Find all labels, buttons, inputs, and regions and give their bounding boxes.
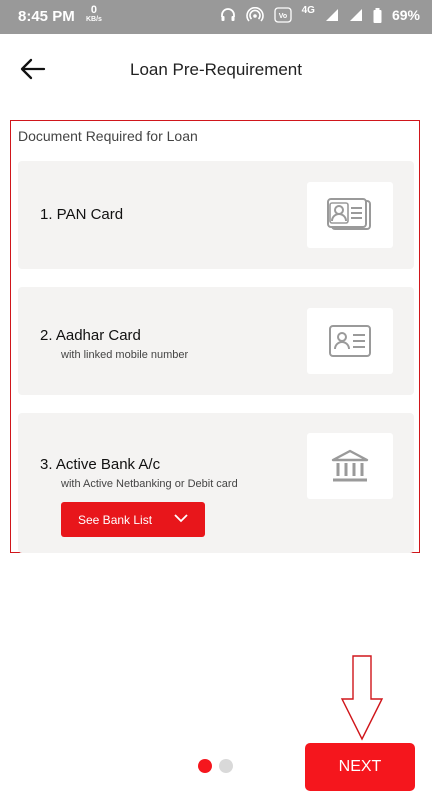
- signal-2-icon: [349, 9, 362, 21]
- document-title: 1. PAN Card: [40, 206, 124, 223]
- chevron-down-icon: [174, 514, 188, 523]
- documents-panel: Document Required for Loan 1. PAN Card 2…: [10, 120, 420, 553]
- app-bar: Loan Pre-Requirement: [0, 34, 432, 104]
- status-time: 8:45 PM: [18, 8, 75, 25]
- document-icon-box: [307, 433, 393, 499]
- net-speed-value: 0: [90, 4, 98, 16]
- page-title: Loan Pre-Requirement: [130, 60, 302, 79]
- battery-percent: 69%: [391, 7, 420, 23]
- document-subtitle: with linked mobile number: [61, 349, 189, 361]
- document-card-aadhar: 2. Aadhar Card with linked mobile number: [18, 287, 414, 395]
- document-subtitle: with Active Netbanking or Debit card: [61, 478, 238, 490]
- status-bar: 8:45 PM 0 KB/s Vo 4G 69%: [0, 0, 432, 34]
- document-title: 2. Aadhar Card: [40, 327, 141, 344]
- net-speed: 0 KB/s: [86, 4, 102, 24]
- document-icon-box: [307, 182, 393, 248]
- pagination-dot: [219, 759, 233, 773]
- hotspot-icon: [245, 7, 264, 22]
- aadhar-card-icon: [329, 325, 371, 357]
- section-label: Document Required for Loan: [18, 128, 198, 144]
- document-title: 3. Active Bank A/c: [40, 456, 161, 473]
- next-button[interactable]: NEXT: [305, 743, 415, 791]
- svg-text:Vo: Vo: [278, 13, 286, 20]
- battery-icon: [373, 7, 382, 23]
- headphones-icon: [220, 8, 235, 21]
- see-bank-list-button[interactable]: See Bank List: [61, 502, 205, 537]
- document-icon-box: [307, 308, 393, 374]
- document-card-pan: 1. PAN Card: [18, 161, 414, 269]
- signal-icon: [325, 9, 338, 21]
- arrow-down-hint-icon: [340, 655, 384, 741]
- next-label: NEXT: [338, 758, 382, 775]
- status-icons: Vo 4G 69%: [220, 4, 420, 23]
- bank-icon: [331, 449, 369, 482]
- net-speed-unit: KB/s: [86, 16, 102, 23]
- document-card-bank: 3. Active Bank A/c with Active Netbankin…: [18, 413, 414, 553]
- network-type-label: 4G: [301, 4, 315, 16]
- volte-icon: Vo: [273, 7, 292, 23]
- id-card-icon: [327, 198, 371, 230]
- see-bank-list-label: See Bank List: [78, 512, 153, 527]
- pagination-dots: [198, 759, 233, 773]
- pagination-dot-active: [198, 759, 212, 773]
